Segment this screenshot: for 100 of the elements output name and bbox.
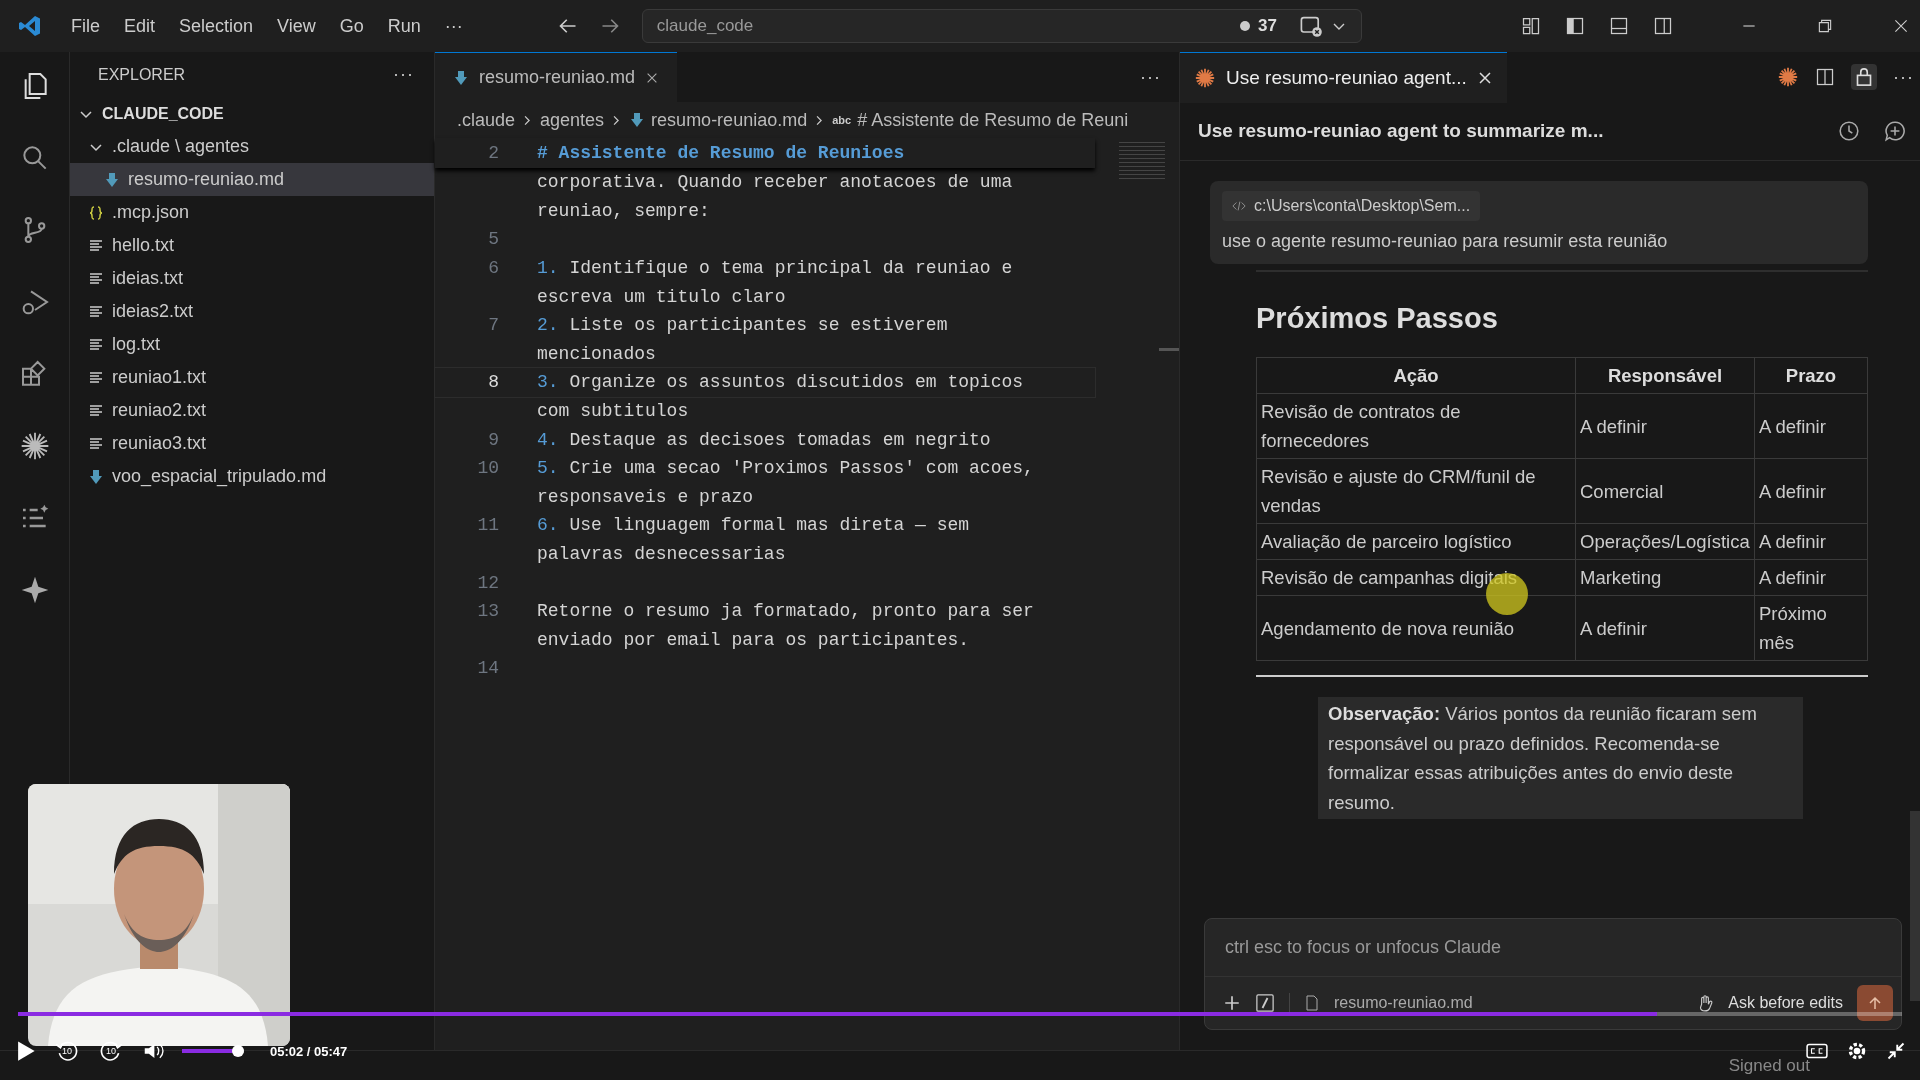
new-chat-icon[interactable] (1884, 120, 1906, 142)
line-number: 12 (477, 572, 499, 593)
badge-count: 37 (1257, 16, 1277, 36)
file-tree-item[interactable]: voo_espacial_tripulado.md (70, 460, 434, 493)
table-cell: A definir (1754, 523, 1868, 560)
table-cell: Operações/Logística (1575, 523, 1755, 560)
split-editor-icon[interactable] (1815, 67, 1835, 87)
section-heading: Próximos Passos (1256, 302, 1499, 335)
slash-command-icon[interactable] (1255, 993, 1275, 1013)
menu-item[interactable]: View (268, 11, 325, 41)
text-lines-icon (88, 369, 104, 386)
exit-fullscreen-icon[interactable] (1886, 1041, 1906, 1061)
column-header: Ação (1256, 357, 1576, 394)
download-arrow-icon (453, 69, 469, 86)
menu-item[interactable]: ··· (435, 11, 472, 41)
layout-grid-icon[interactable] (1521, 16, 1541, 36)
line-number: 8 (488, 372, 499, 393)
file-tree-item[interactable]: reuniao3.txt (70, 427, 434, 460)
close-icon[interactable] (1892, 17, 1910, 35)
code-icon (1232, 199, 1246, 213)
code-line: reuniao, sempre: (537, 200, 710, 221)
plus-icon[interactable] (1223, 994, 1241, 1012)
chat-input[interactable]: ctrl esc to focus or unfocus Claude resumo-reuniao.md Ask before edits (1204, 918, 1902, 1030)
conversation-title: Use resumo-reuniao agent to summarize m... (1198, 120, 1604, 142)
breadcrumb-item[interactable]: resumo-reuniao.md (651, 109, 808, 131)
app-logo-icon (18, 14, 42, 38)
mode-selector[interactable]: Ask before edits (1728, 994, 1843, 1012)
file-tree-item[interactable]: ideias.txt (70, 262, 434, 295)
code-line: corporativa. Quando receber anotacoes de uma (537, 172, 1013, 193)
input-field[interactable]: ctrl esc to focus or unfocus Claude (1205, 919, 1901, 977)
text-lines-icon (88, 435, 104, 452)
download-arrow-icon (88, 468, 104, 485)
dot-icon (1239, 21, 1250, 31)
note-callout: Observação: Vários pontos da reunião ficaram sem responsável ou prazo definidos. Recomenda-se formalizar essas atribuições antes do envio deste resumo. (1318, 697, 1803, 819)
column-header: Responsável (1575, 357, 1755, 394)
restore-icon[interactable] (1816, 17, 1834, 35)
code-line: palavras desnecessarias (537, 544, 786, 564)
captions-icon[interactable] (1806, 1042, 1828, 1060)
close-icon[interactable] (1476, 69, 1493, 86)
settings-icon[interactable] (1846, 1040, 1868, 1062)
context-file[interactable]: resumo-reuniao.md (1334, 994, 1473, 1012)
menu-item[interactable]: Selection (170, 11, 263, 41)
chat-tab[interactable]: Use resumo-reuniao agent... (1180, 51, 1507, 103)
menu-item[interactable]: Edit (115, 11, 165, 41)
text-lines-icon (88, 402, 104, 419)
command-center-search[interactable]: claude_code 37 (641, 9, 1362, 43)
secondary-sidebar-icon[interactable] (1653, 16, 1673, 36)
code-line: escreva um titulo claro (537, 286, 786, 307)
panel-toggle-icon[interactable] (1609, 16, 1629, 36)
table-cell: A definir (1575, 393, 1755, 459)
line-number: 5 (488, 229, 499, 250)
table-cell: Comercial (1575, 458, 1755, 524)
starburst-icon (1194, 66, 1216, 89)
table-cell: Revisão e ajuste do CRM/funil de vendas (1256, 458, 1576, 524)
editor-tab[interactable]: resumo-reuniao.md (435, 51, 678, 103)
menu-item[interactable]: File (62, 11, 109, 41)
code-line: mencionados (537, 343, 656, 364)
code-line: responsaveis e prazo (537, 486, 754, 507)
workspace-root[interactable]: CLAUDE_CODE (70, 97, 434, 130)
code-line: enviado por email para os participantes. (537, 629, 970, 650)
line-number: 10 (477, 458, 499, 479)
table-cell: Próximo mês (1754, 595, 1868, 661)
file-tree-item[interactable]: resumo-reuniao.md (70, 163, 434, 196)
file-tree-item[interactable]: reuniao2.txt (70, 394, 434, 427)
lock-icon[interactable] (1851, 64, 1877, 90)
send-button[interactable] (1857, 985, 1893, 1021)
table-cell: Avaliação de parceiro logístico (1256, 523, 1576, 560)
file-tree-item[interactable]: .mcp.json (70, 196, 434, 229)
breadcrumb-item[interactable]: .claude (457, 109, 516, 131)
more-actions[interactable]: ··· (393, 64, 414, 85)
more-actions[interactable]: ··· (1893, 66, 1914, 88)
clock-icon[interactable] (1838, 120, 1860, 142)
file-attachment[interactable]: c:\Users\conta\Desktop\Sem... (1222, 191, 1481, 221)
file-tree-item[interactable]: hello.txt (70, 229, 434, 262)
file-tree-item[interactable]: log.txt (70, 328, 434, 361)
line-number: 6 (488, 258, 499, 279)
table-cell: A definir (1754, 559, 1868, 596)
code-line: 5. Crie uma secao 'Proximos Passos' com acoes, (537, 458, 1034, 479)
code-line: 1. Identifique o tema principal da reuniao e (537, 258, 1013, 279)
sidebar-toggle-icon[interactable] (1565, 16, 1585, 36)
menu-item[interactable]: Go (330, 11, 373, 41)
breadcrumb-item[interactable]: # Assistente de Resumo de Reuni (857, 109, 1129, 131)
braces-icon (88, 204, 104, 221)
text-lines-icon (88, 303, 104, 320)
panel-title: EXPLORER (98, 65, 186, 84)
more-actions[interactable]: ··· (1140, 66, 1161, 88)
code-line: com subtitulos (537, 401, 689, 422)
column-header: Prazo (1754, 357, 1868, 394)
starburst-icon[interactable] (1777, 66, 1799, 88)
video-time: 05:02 / 05:47 (270, 1043, 348, 1059)
scrollbar-thumb (1159, 348, 1179, 351)
text-lines-icon (88, 237, 104, 254)
menu-item[interactable]: Run (378, 11, 430, 41)
code-line: 6. Use linguagem formal mas direta — sem (537, 515, 970, 536)
code-line: 3. Organize os assuntos discutidos em topicos (537, 372, 1024, 393)
breadcrumb-item[interactable]: agentes (540, 109, 605, 131)
file-tree-item[interactable]: .claude \ agentes (70, 130, 434, 163)
file-tree-item[interactable]: reuniao1.txt (70, 361, 434, 394)
account-status[interactable]: Signed out (1728, 1055, 1810, 1076)
file-tree-item[interactable]: ideias2.txt (70, 295, 434, 328)
